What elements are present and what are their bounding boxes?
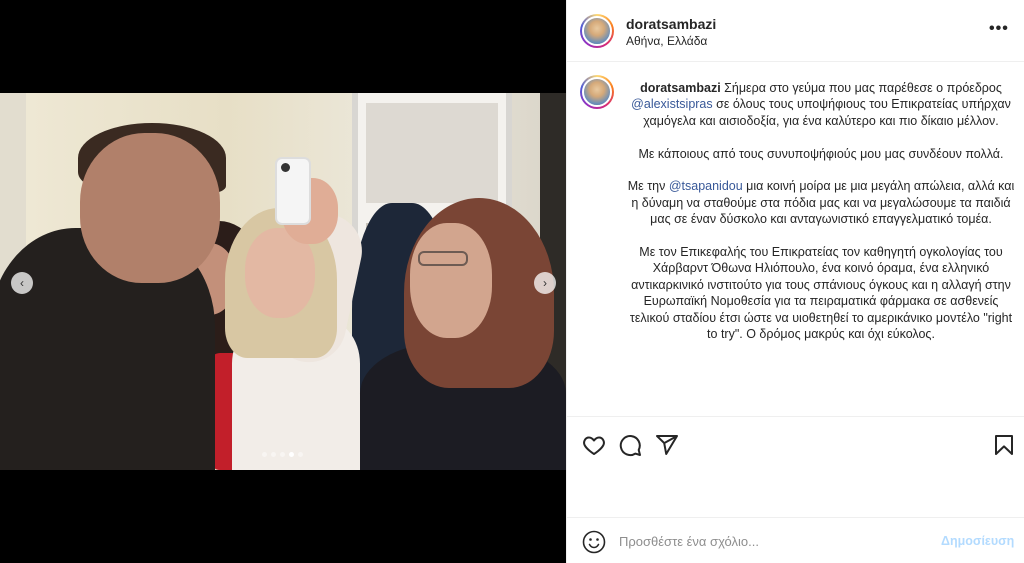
- post-media: ‹ ›: [0, 0, 566, 563]
- like-heart-icon[interactable]: [582, 433, 608, 459]
- carousel-dot: [271, 452, 276, 457]
- post-photo: [0, 93, 566, 470]
- carousel-next-button[interactable]: ›: [534, 272, 556, 294]
- caption-text: doratsambazi Σήμερα στο γεύμα που μας πα…: [627, 81, 1015, 342]
- post-actions: [567, 416, 1024, 472]
- caption-username[interactable]: doratsambazi: [640, 81, 721, 95]
- avatar[interactable]: [580, 14, 614, 48]
- share-icon[interactable]: [655, 433, 681, 459]
- caption-section: doratsambazi Σήμερα στο γεύμα που μας πα…: [567, 63, 1024, 415]
- post-comment-button[interactable]: Δημοσίευση: [941, 534, 1014, 548]
- emoji-icon[interactable]: [582, 530, 606, 554]
- post-username[interactable]: doratsambazi: [626, 16, 716, 32]
- carousel-dot: [289, 452, 294, 457]
- comment-icon[interactable]: [618, 433, 644, 459]
- carousel-dots: [262, 452, 303, 457]
- instagram-post-modal: ‹ › doratsambazi Αθήνα, Ελλάδα ••• dorat…: [0, 0, 1024, 563]
- carousel-dot: [280, 452, 285, 457]
- add-comment-bar: Δημοσίευση: [567, 517, 1024, 563]
- carousel-dot: [262, 452, 267, 457]
- mention-link[interactable]: @tsapanidou: [669, 179, 743, 193]
- comment-input[interactable]: [619, 530, 919, 552]
- caption-avatar[interactable]: [580, 75, 614, 109]
- mention-link[interactable]: @alexistsipras: [631, 97, 712, 111]
- post-side-panel: doratsambazi Αθήνα, Ελλάδα ••• doratsamb…: [566, 0, 1024, 563]
- post-header: doratsambazi Αθήνα, Ελλάδα •••: [567, 0, 1024, 62]
- post-location[interactable]: Αθήνα, Ελλάδα: [626, 34, 707, 48]
- carousel-prev-button[interactable]: ‹: [11, 272, 33, 294]
- carousel-dot: [298, 452, 303, 457]
- caption-paragraph: Με κάποιους από τους συνυποψήφιούς μου μ…: [638, 146, 1004, 161]
- phone-in-photo: [275, 157, 311, 225]
- caption-paragraph: Με τον Επικεφαλής του Επικρατείας τον κα…: [629, 245, 1013, 342]
- more-options-icon[interactable]: •••: [989, 20, 1009, 38]
- save-bookmark-icon[interactable]: [992, 433, 1018, 459]
